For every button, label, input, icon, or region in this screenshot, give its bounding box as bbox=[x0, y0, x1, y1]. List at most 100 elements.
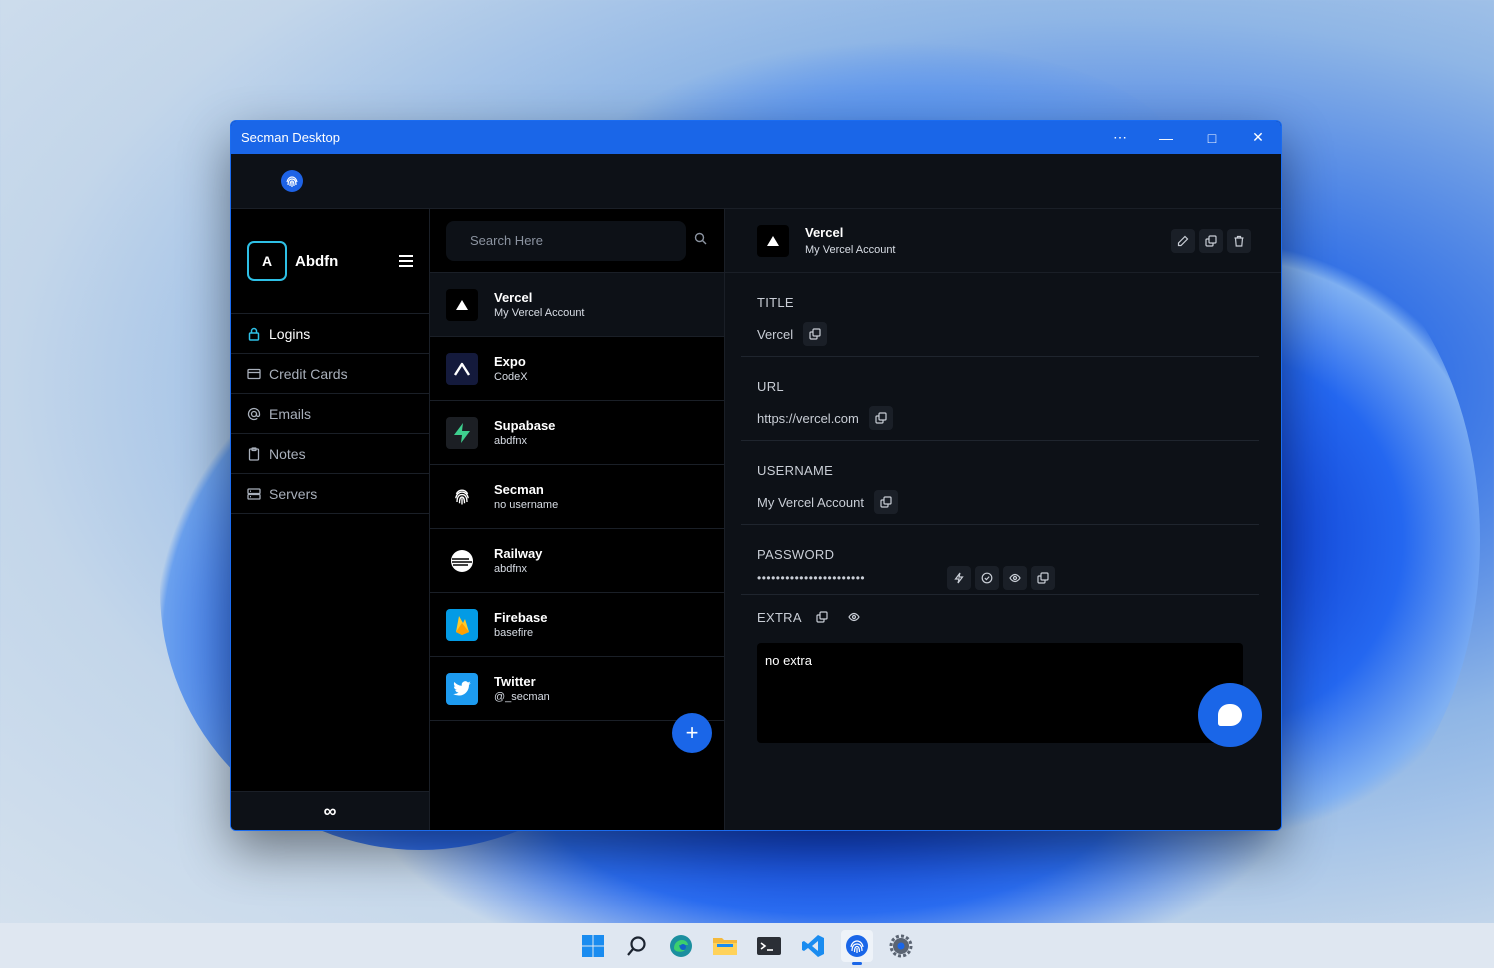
credit-card-icon bbox=[247, 367, 261, 381]
list-item[interactable]: Firebase basefire bbox=[430, 593, 724, 657]
list-item[interactable]: Expo CodeX bbox=[430, 337, 724, 401]
entry-subtitle: abdfnx bbox=[494, 435, 528, 447]
list-item[interactable]: Twitter @_secman bbox=[430, 657, 724, 721]
at-icon bbox=[247, 407, 261, 421]
entry-subtitle: CodeX bbox=[494, 371, 528, 383]
close-button[interactable]: ✕ bbox=[1235, 121, 1281, 154]
list-item[interactable]: Secman no username bbox=[430, 465, 724, 529]
edit-icon[interactable] bbox=[1171, 228, 1195, 253]
check-icon[interactable] bbox=[975, 566, 999, 590]
windows-start-icon[interactable] bbox=[577, 930, 609, 962]
firebase-logo-icon bbox=[446, 608, 478, 641]
search-bar bbox=[430, 209, 724, 273]
entries-list: Vercel My Vercel Account Expo CodeX Su bbox=[430, 209, 725, 830]
terminal-icon[interactable] bbox=[753, 930, 785, 962]
sidebar: A Abdfn Logins Credit Cards Emails Notes… bbox=[231, 209, 430, 830]
chat-button[interactable] bbox=[1198, 683, 1262, 747]
duplicate-icon[interactable] bbox=[1199, 228, 1223, 253]
sidebar-item-notes[interactable]: Notes bbox=[231, 434, 429, 474]
sidebar-item-label: Logins bbox=[269, 325, 311, 342]
chat-icon bbox=[1218, 704, 1242, 726]
profile-name: Abdfn bbox=[295, 252, 339, 270]
list-item[interactable]: Supabase abdfnx bbox=[430, 401, 724, 465]
avatar[interactable]: A bbox=[247, 241, 287, 281]
search-input[interactable] bbox=[446, 220, 686, 261]
profile-section: A Abdfn bbox=[231, 209, 429, 314]
railway-logo-icon bbox=[446, 544, 478, 577]
field-label: TITLE bbox=[757, 295, 794, 310]
sidebar-item-label: Servers bbox=[269, 485, 318, 502]
sidebar-item-label: Notes bbox=[269, 445, 306, 462]
extra-header: EXTRA bbox=[757, 605, 1259, 629]
extra-textarea[interactable]: no extra bbox=[757, 643, 1243, 743]
taskbar bbox=[0, 923, 1494, 968]
server-icon bbox=[247, 487, 261, 501]
username-field: USERNAME My Vercel Account bbox=[741, 441, 1259, 525]
copy-icon[interactable] bbox=[873, 490, 898, 514]
fingerprint-logo-icon[interactable] bbox=[281, 170, 303, 192]
app-header bbox=[231, 154, 1281, 209]
copy-icon[interactable] bbox=[1031, 566, 1055, 590]
infinity-icon[interactable]: ∞ bbox=[231, 791, 429, 830]
url-field: URL https://vercel.com bbox=[741, 357, 1259, 441]
list-item[interactable]: Railway abdfnx bbox=[430, 529, 724, 593]
window-title: Secman Desktop bbox=[241, 130, 340, 145]
more-options-icon[interactable]: ⋯ bbox=[1097, 121, 1143, 154]
entry-title: Vercel bbox=[494, 290, 533, 305]
edge-browser-icon[interactable] bbox=[665, 930, 697, 962]
eye-icon[interactable] bbox=[842, 605, 866, 629]
eye-icon[interactable] bbox=[1003, 566, 1027, 590]
entry-title: Twitter bbox=[494, 674, 536, 689]
field-value[interactable]: https://vercel.com bbox=[757, 411, 859, 426]
password-value: ••••••••••••••••••••••• bbox=[757, 571, 866, 585]
secman-fingerprint-icon[interactable] bbox=[841, 929, 873, 965]
trash-icon[interactable] bbox=[1227, 228, 1251, 253]
search-icon[interactable] bbox=[694, 232, 707, 250]
field-label: URL bbox=[757, 379, 784, 394]
field-value: Vercel bbox=[757, 326, 794, 342]
supabase-logo-icon bbox=[446, 416, 478, 449]
field-value: My Vercel Account bbox=[757, 494, 864, 510]
extra-value: no extra bbox=[765, 653, 812, 668]
file-explorer-icon[interactable] bbox=[709, 930, 741, 962]
twitter-logo-icon bbox=[446, 672, 478, 705]
entry-title: Supabase bbox=[494, 418, 556, 433]
entry-subtitle: @_secman bbox=[494, 691, 550, 703]
detail-subtitle: My Vercel Account bbox=[805, 244, 896, 256]
sidebar-item-credit-cards[interactable]: Credit Cards bbox=[231, 354, 429, 394]
entry-subtitle: My Vercel Account bbox=[494, 307, 585, 319]
maximize-button[interactable]: □ bbox=[1189, 121, 1235, 154]
entry-title: Railway bbox=[494, 546, 543, 561]
lock-icon bbox=[247, 327, 261, 341]
add-entry-button[interactable]: + bbox=[672, 713, 712, 753]
field-label: USERNAME bbox=[757, 463, 834, 478]
entry-title: Firebase bbox=[494, 610, 548, 625]
vercel-logo-icon bbox=[757, 224, 789, 257]
list-item[interactable]: Vercel My Vercel Account bbox=[430, 273, 724, 337]
sidebar-item-label: Credit Cards bbox=[269, 365, 348, 382]
sidebar-item-servers[interactable]: Servers bbox=[231, 474, 429, 514]
search-icon[interactable] bbox=[621, 930, 653, 962]
title-bar[interactable]: Secman Desktop ⋯ — □ ✕ bbox=[231, 121, 1281, 154]
detail-header: Vercel My Vercel Account bbox=[725, 209, 1281, 273]
entry-title: Expo bbox=[494, 354, 526, 369]
sidebar-item-emails[interactable]: Emails bbox=[231, 394, 429, 434]
app-window: Secman Desktop ⋯ — □ ✕ A Abdfn Logins Cr… bbox=[230, 120, 1282, 831]
entry-subtitle: basefire bbox=[494, 627, 534, 639]
sidebar-item-logins[interactable]: Logins bbox=[231, 314, 429, 354]
minimize-button[interactable]: — bbox=[1143, 121, 1189, 154]
generate-icon[interactable] bbox=[947, 566, 971, 590]
password-field: PASSWORD ••••••••••••••••••••••• bbox=[741, 525, 1259, 595]
field-label: EXTRA bbox=[757, 609, 802, 625]
copy-icon[interactable] bbox=[803, 322, 828, 346]
copy-icon[interactable] bbox=[868, 406, 893, 430]
sidebar-item-label: Emails bbox=[269, 405, 312, 422]
vscode-icon[interactable] bbox=[797, 930, 829, 962]
vercel-logo-icon bbox=[446, 288, 478, 321]
entry-detail: Vercel My Vercel Account TITLE Vercel UR… bbox=[725, 209, 1281, 830]
menu-icon[interactable] bbox=[399, 252, 413, 270]
clipboard-icon bbox=[247, 446, 261, 461]
copy-icon[interactable] bbox=[810, 605, 834, 629]
entry-subtitle: no username bbox=[494, 499, 559, 511]
settings-gear-icon[interactable] bbox=[885, 930, 917, 962]
